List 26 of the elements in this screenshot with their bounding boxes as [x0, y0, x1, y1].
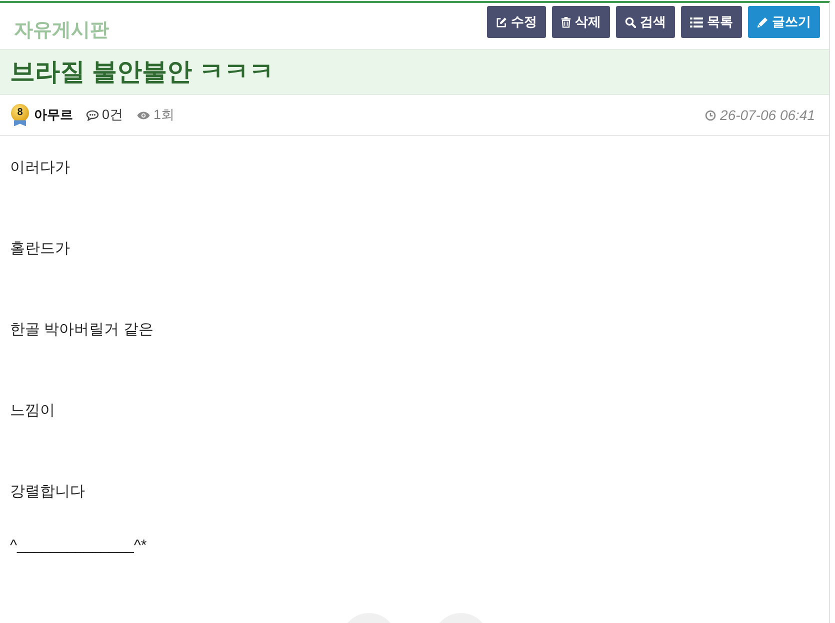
list-button[interactable]: 목록	[681, 6, 742, 38]
post-title: 브라질 불안불안 ㅋㅋㅋ	[10, 57, 274, 88]
clock-icon	[705, 110, 716, 121]
speech-bubble-icon	[86, 110, 99, 121]
body-text: 느낌이	[10, 401, 55, 421]
search-button[interactable]: 검색	[616, 6, 675, 38]
delete-button[interactable]: 삭제	[552, 6, 610, 38]
edit-button[interactable]: 수정	[487, 6, 546, 38]
body-text: ^______________^*	[10, 536, 147, 556]
list-icon	[690, 16, 703, 28]
search-icon	[625, 16, 636, 28]
eye-icon	[136, 110, 150, 120]
body-text: 홀란드가	[10, 239, 70, 259]
comment-count: 0건	[102, 106, 124, 124]
view-count: 1회	[154, 106, 176, 124]
pencil-icon	[757, 16, 768, 28]
board-title: 자유게시판	[14, 19, 109, 43]
trash-icon	[561, 16, 571, 28]
write-button[interactable]: 글쓰기	[748, 6, 820, 38]
body-text: 강렬합니다	[10, 482, 85, 502]
edit-icon	[496, 16, 507, 28]
author-name[interactable]: 아무르	[34, 106, 73, 124]
body-text: 이러다가	[10, 158, 70, 178]
body-text: 한골 박아버릴거 같은	[10, 320, 154, 340]
level-badge: 8	[10, 104, 30, 126]
post-date: 26-07-06 06:41	[720, 107, 815, 124]
